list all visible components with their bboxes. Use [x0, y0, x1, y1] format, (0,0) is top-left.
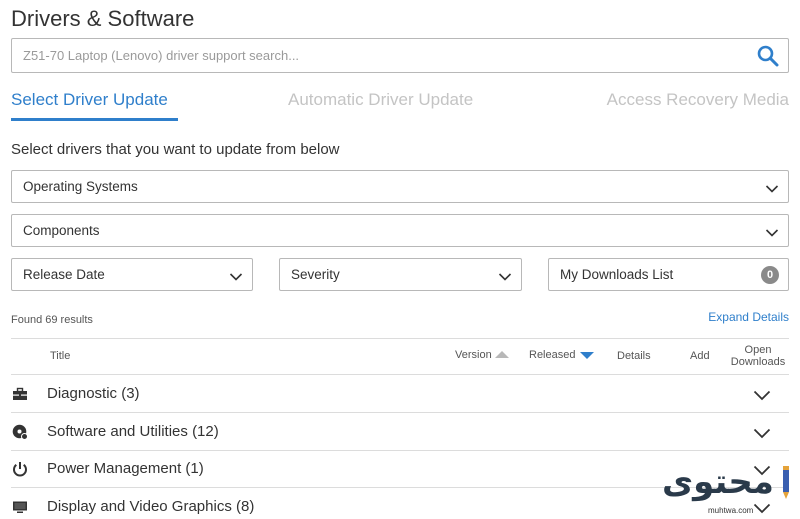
chevron-down-icon	[765, 181, 779, 193]
search-icon[interactable]	[756, 44, 780, 68]
tab-access-recovery-media[interactable]: Access Recovery Media	[607, 90, 789, 110]
tab-select-driver-update[interactable]: Select Driver Update	[11, 90, 168, 110]
pencil-icon	[782, 466, 790, 500]
release-date-label: Release Date	[23, 267, 105, 282]
column-header-version[interactable]: Version	[455, 349, 509, 361]
severity-label: Severity	[291, 267, 340, 282]
disc-icon	[12, 424, 28, 440]
chevron-down-icon	[765, 225, 779, 237]
sort-ascending-icon	[494, 351, 509, 358]
my-downloads-list-button[interactable]: My Downloads List 0	[548, 258, 789, 291]
column-header-title: Title	[50, 350, 71, 362]
open-header-line1: Open	[744, 344, 772, 356]
operating-systems-label: Operating Systems	[23, 179, 138, 194]
downloads-count-badge: 0	[761, 266, 779, 284]
components-label: Components	[23, 223, 100, 238]
watermark-text: محتوى	[662, 462, 774, 502]
search-box	[11, 38, 789, 73]
table-header: Title Version Released Details Add Open D…	[11, 338, 789, 375]
results-count: Found 69 results	[11, 314, 93, 326]
watermark-url: muhtwa.com	[708, 506, 754, 515]
open-header-line2: Downloads	[730, 356, 786, 368]
chevron-down-icon[interactable]	[753, 388, 771, 401]
column-header-add: Add	[690, 350, 710, 362]
chevron-down-icon	[229, 269, 243, 281]
my-downloads-label: My Downloads List	[560, 267, 674, 282]
category-label: Diagnostic (3)	[47, 385, 140, 402]
released-header-label: Released	[529, 349, 576, 361]
search-input[interactable]	[12, 39, 742, 72]
power-icon	[12, 461, 28, 477]
sort-descending-icon	[580, 352, 595, 359]
active-tab-indicator	[11, 118, 178, 121]
category-label: Display and Video Graphics (8)	[47, 498, 255, 515]
column-header-released[interactable]: Released	[529, 349, 595, 361]
watermark-logo: محتوى muhtwa.com	[658, 462, 794, 516]
severity-dropdown[interactable]: Severity	[279, 258, 522, 291]
column-header-open-downloads: Open Downloads	[728, 344, 788, 368]
expand-details-link[interactable]: Expand Details	[708, 310, 789, 324]
column-header-details: Details	[617, 350, 651, 362]
tab-automatic-driver-update[interactable]: Automatic Driver Update	[288, 90, 473, 110]
chevron-down-icon[interactable]	[753, 426, 771, 439]
category-row-software-utilities[interactable]: Software and Utilities (12)	[11, 413, 789, 451]
operating-systems-dropdown[interactable]: Operating Systems	[11, 170, 789, 203]
category-label: Power Management (1)	[47, 460, 204, 477]
instructions-text: Select drivers that you want to update f…	[11, 141, 340, 158]
category-label: Software and Utilities (12)	[47, 423, 219, 440]
category-row-diagnostic[interactable]: Diagnostic (3)	[11, 375, 789, 413]
components-dropdown[interactable]: Components	[11, 214, 789, 247]
version-header-label: Version	[455, 349, 492, 361]
toolbox-icon	[12, 386, 28, 402]
page-title: Drivers & Software	[11, 6, 195, 31]
chevron-down-icon	[498, 269, 512, 281]
tab-bar: Select Driver Update Automatic Driver Up…	[11, 90, 789, 122]
monitor-icon	[12, 499, 28, 515]
release-date-dropdown[interactable]: Release Date	[11, 258, 253, 291]
